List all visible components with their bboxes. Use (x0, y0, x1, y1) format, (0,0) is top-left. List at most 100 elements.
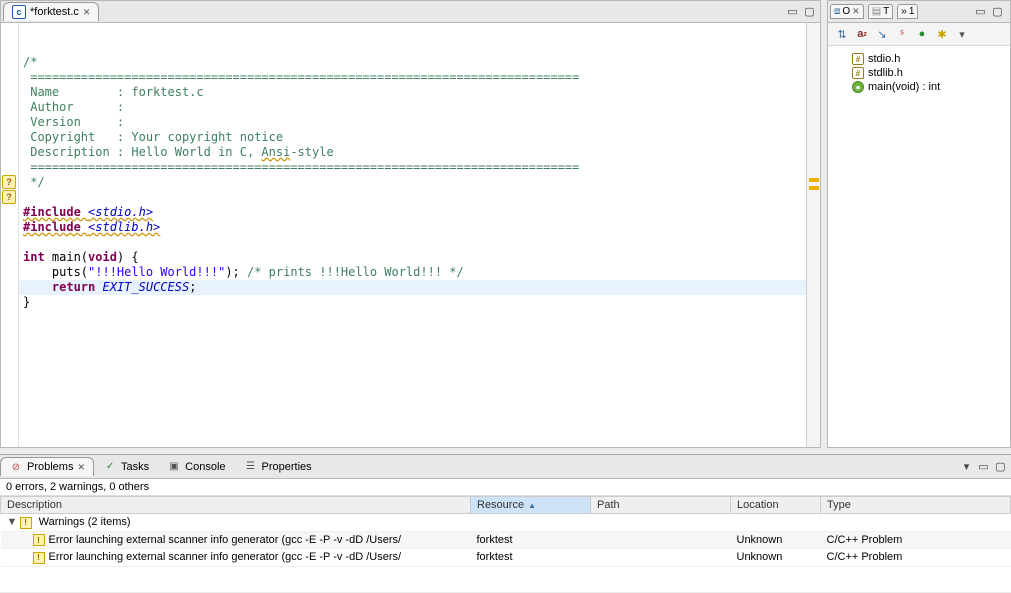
code-text: <stdlib.h> (88, 220, 160, 234)
overview-ruler[interactable] (806, 23, 820, 447)
outline-item-label: main(void) : int (868, 81, 940, 93)
code-text: ========================================… (23, 70, 579, 84)
tab-outline[interactable]: ⧈ O ✕ (830, 4, 864, 19)
cell-path (591, 531, 731, 549)
outline-item-stdlib[interactable]: # stdlib.h (832, 66, 1006, 80)
overview-warning-mark[interactable] (809, 178, 819, 182)
code-text: #include (23, 220, 88, 234)
table-group-row[interactable]: ▼ ! Warnings (2 items) (1, 514, 1011, 532)
code-text: Name : forktest.c (23, 85, 204, 99)
code-text: ========================================… (23, 160, 579, 174)
maximize-icon[interactable]: ▢ (993, 459, 1008, 474)
sort-asc-icon: ▲ (528, 501, 536, 510)
outline-tree[interactable]: # stdio.h # stdlib.h ● main(void) : int (828, 46, 1010, 447)
table-row[interactable]: ! Error launching external scanner info g… (1, 549, 1011, 567)
warning-marker[interactable]: ? (2, 190, 16, 204)
problems-summary: 0 errors, 2 warnings, 0 others (0, 479, 1011, 496)
code-text: main( (45, 250, 88, 264)
code-text: /* prints !!!Hello World!!! */ (247, 265, 464, 279)
minimize-icon[interactable]: ▭ (973, 4, 988, 19)
cell-type: C/C++ Problem (821, 549, 1011, 567)
code-text: ); (225, 265, 247, 279)
view-menu-icon[interactable]: ▾ (959, 459, 974, 474)
code-area[interactable]: /* =====================================… (19, 23, 806, 447)
tab-tasks[interactable]: ✓ Tasks (94, 457, 158, 477)
col-path[interactable]: Path (591, 497, 731, 514)
tab-other[interactable]: » 1 (897, 4, 918, 19)
sort-icon[interactable]: ⇅ (834, 26, 850, 42)
code-text: return (52, 280, 95, 294)
group-label: Warnings (2 items) (39, 516, 131, 528)
hide-static-icon[interactable]: ˢ (894, 26, 910, 42)
editor-tab-forktest[interactable]: c *forktest.c ✕ (3, 2, 99, 21)
code-text: "!!!Hello World!!!" (88, 265, 225, 279)
filter-icon[interactable]: ● (914, 26, 930, 42)
tab-problems[interactable]: ⊘ Problems ✕ (0, 457, 94, 476)
tab-label: » (901, 6, 907, 17)
code-text: Copyright : Your copyright notice (23, 130, 283, 144)
editor-toolbuttons: ▭ ▢ (785, 4, 820, 19)
close-icon[interactable]: ✕ (83, 7, 91, 18)
code-text: <stdio.h> (88, 205, 153, 219)
warning-icon: ! (20, 517, 32, 529)
hide-fields-icon[interactable]: ↘ (874, 26, 890, 42)
collapse-icon[interactable]: ▼ (7, 516, 17, 528)
code-text: #include (23, 205, 88, 219)
code-text: -style (290, 145, 333, 159)
tab-label: Console (185, 461, 225, 473)
tab-label: Tasks (121, 461, 149, 473)
tab-label: Problems (27, 461, 73, 473)
outline-window-buttons: ▭ ▢ (973, 4, 1008, 19)
close-icon[interactable]: ✕ (852, 6, 860, 17)
tab-properties[interactable]: ☰ Properties (235, 457, 321, 477)
tab-console[interactable]: ▣ Console (158, 457, 234, 477)
properties-icon: ☰ (244, 460, 258, 474)
editor-tabbar: c *forktest.c ✕ ▭ ▢ (1, 1, 820, 23)
tab-templates[interactable]: ▤ T (868, 4, 894, 19)
include-icon: # (852, 53, 864, 65)
ide-root: c *forktest.c ✕ ▭ ▢ ? ? /* =============… (0, 0, 1011, 593)
table-row[interactable]: !Error launching external scanner info g… (1, 531, 1011, 549)
col-type[interactable]: Type (821, 497, 1011, 514)
tasks-icon: ✓ (103, 460, 117, 474)
outline-item-label: stdlib.h (868, 67, 903, 79)
outline-item-stdio[interactable]: # stdio.h (832, 52, 1006, 66)
maximize-icon[interactable]: ▢ (802, 4, 817, 19)
code-text: } (23, 295, 30, 309)
warning-icon: ! (33, 534, 45, 546)
col-location[interactable]: Location (731, 497, 821, 514)
bottom-panel: ⊘ Problems ✕ ✓ Tasks ▣ Console ☰ Propert… (0, 454, 1011, 592)
table-header-row: Description Resource▲ Path Location Type (1, 497, 1011, 514)
cell-location: Unknown (731, 531, 821, 549)
cell-type: C/C++ Problem (821, 531, 1011, 549)
c-file-icon: c (12, 5, 26, 19)
tab-label: O (842, 6, 850, 17)
problems-table[interactable]: Description Resource▲ Path Location Type… (0, 496, 1011, 592)
overview-warning-mark[interactable] (809, 186, 819, 190)
code-text: Author : (23, 100, 124, 114)
menu-icon[interactable]: ▾ (954, 26, 970, 42)
sort-alpha-icon[interactable]: az (854, 26, 870, 42)
cell-path (591, 549, 731, 567)
console-icon: ▣ (167, 460, 181, 474)
close-icon[interactable]: ✕ (77, 462, 85, 473)
editor-gutter[interactable]: ? ? (1, 23, 19, 447)
warning-icon: ! (33, 552, 45, 564)
code-text: ; (189, 280, 196, 294)
code-text: ) { (117, 250, 139, 264)
outline-item-main[interactable]: ● main(void) : int (832, 80, 1006, 94)
code-text (23, 280, 52, 294)
minimize-icon[interactable]: ▭ (976, 459, 991, 474)
col-resource[interactable]: Resource▲ (471, 497, 591, 514)
maximize-icon[interactable]: ▢ (990, 4, 1005, 19)
editor-body[interactable]: ? ? /* =================================… (1, 23, 820, 447)
tab-label: 1 (909, 6, 915, 17)
bottom-tabbar: ⊘ Problems ✕ ✓ Tasks ▣ Console ☰ Propert… (0, 455, 1011, 479)
cell-description: Error launching external scanner info ge… (49, 551, 402, 563)
outline-toolbar: ⇅ az ↘ ˢ ● ✱ ▾ (828, 23, 1010, 46)
col-description[interactable]: Description (1, 497, 471, 514)
link-icon[interactable]: ✱ (934, 26, 950, 42)
minimize-icon[interactable]: ▭ (785, 4, 800, 19)
warning-marker[interactable]: ? (2, 175, 16, 189)
outline-icon: ⧈ (834, 6, 840, 17)
